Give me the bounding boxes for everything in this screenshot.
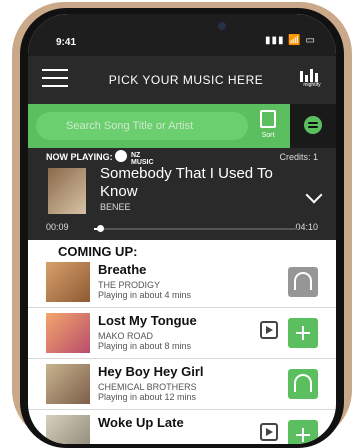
- phone-bezel: 9:41 ▮▮▮ 📶 ▭ PICK YOUR MUSIC HERE mighti…: [20, 8, 344, 448]
- page-title: PICK YOUR MUSIC HERE: [108, 73, 264, 87]
- play-time: Playing in about 4 mins: [98, 290, 192, 300]
- now-playing-title: Somebody That I Used To Know: [100, 165, 273, 200]
- spotify-icon: [304, 116, 322, 134]
- artist-name: THE PRODIGY: [98, 280, 161, 290]
- list-item: Lost My Tongue MAKO ROAD Playing in abou…: [28, 308, 336, 359]
- headphones-icon: [294, 374, 312, 392]
- song-title: Breathe: [98, 262, 147, 277]
- clock: 9:41: [56, 37, 77, 48]
- artist-name: CHEMICAL BROTHERS: [98, 382, 197, 392]
- add-song-button[interactable]: [288, 420, 318, 444]
- list-item: Hey Boy Hey Girl CHEMICAL BROTHERS Playi…: [28, 359, 336, 410]
- play-time: Playing in about 12 mins: [98, 392, 197, 402]
- headphones-icon: [294, 272, 312, 290]
- song-title: Lost My Tongue: [98, 313, 197, 328]
- progress-knob[interactable]: [97, 225, 104, 232]
- play-time: Playing in about 8 mins: [98, 341, 192, 351]
- sort-button[interactable]: Sort: [254, 108, 282, 146]
- now-playing-album-art: [48, 168, 86, 214]
- elapsed-time: 00:09: [46, 222, 69, 232]
- album-art: [46, 415, 90, 444]
- plus-icon: [296, 428, 310, 442]
- hamburger-icon[interactable]: [42, 69, 68, 89]
- spotify-button[interactable]: [290, 104, 336, 148]
- headphones-button[interactable]: [288, 369, 318, 399]
- now-playing-artist: BENEE: [100, 202, 131, 212]
- nz-music-badge-icon: [260, 423, 278, 441]
- search-bar: Search Song Title or Artist Sort: [28, 104, 336, 148]
- plus-icon: [296, 326, 310, 340]
- credits-label: Credits: 1: [279, 152, 318, 162]
- chevron-down-icon[interactable]: [305, 186, 323, 204]
- brand-label: mightify: [303, 82, 321, 88]
- now-playing-label: NOW PLAYING:: [46, 152, 113, 162]
- app-header: PICK YOUR MUSIC HERE mightify: [28, 56, 336, 104]
- brand-icon: mightify: [300, 69, 324, 91]
- status-icons: ▮▮▮ 📶 ▭: [265, 35, 316, 46]
- album-art: [46, 364, 90, 404]
- album-art: [46, 262, 90, 302]
- list-item: Breathe THE PRODIGY Playing in about 4 m…: [28, 257, 336, 308]
- calendar-icon: [260, 110, 276, 128]
- now-playing-panel: NOW PLAYING: NZ MUSIC Credits: 1 Somebod…: [28, 148, 336, 240]
- camera-icon: [218, 22, 226, 30]
- headphones-button[interactable]: [288, 267, 318, 297]
- artist-name: MAKO ROAD: [98, 331, 154, 341]
- search-input[interactable]: Search Song Title or Artist: [36, 112, 248, 140]
- song-title: Woke Up Late: [98, 415, 184, 430]
- progress-track[interactable]: [94, 228, 298, 230]
- nz-music-label: NZ MUSIC: [131, 152, 154, 166]
- song-title: Hey Boy Hey Girl: [98, 364, 204, 379]
- nz-music-icon: [115, 150, 127, 162]
- list-item: Woke Up Late: [28, 410, 336, 444]
- bars-brand-icon: [300, 69, 324, 82]
- app-screen: 9:41 ▮▮▮ 📶 ▭ PICK YOUR MUSIC HERE mighti…: [28, 14, 336, 444]
- nz-music-badge-icon: [260, 321, 278, 339]
- add-song-button[interactable]: [288, 318, 318, 348]
- sort-label: Sort: [261, 132, 275, 139]
- album-art: [46, 313, 90, 353]
- status-bar: 9:41 ▮▮▮ 📶 ▭: [28, 14, 336, 56]
- remaining-time: 04:10: [295, 222, 318, 232]
